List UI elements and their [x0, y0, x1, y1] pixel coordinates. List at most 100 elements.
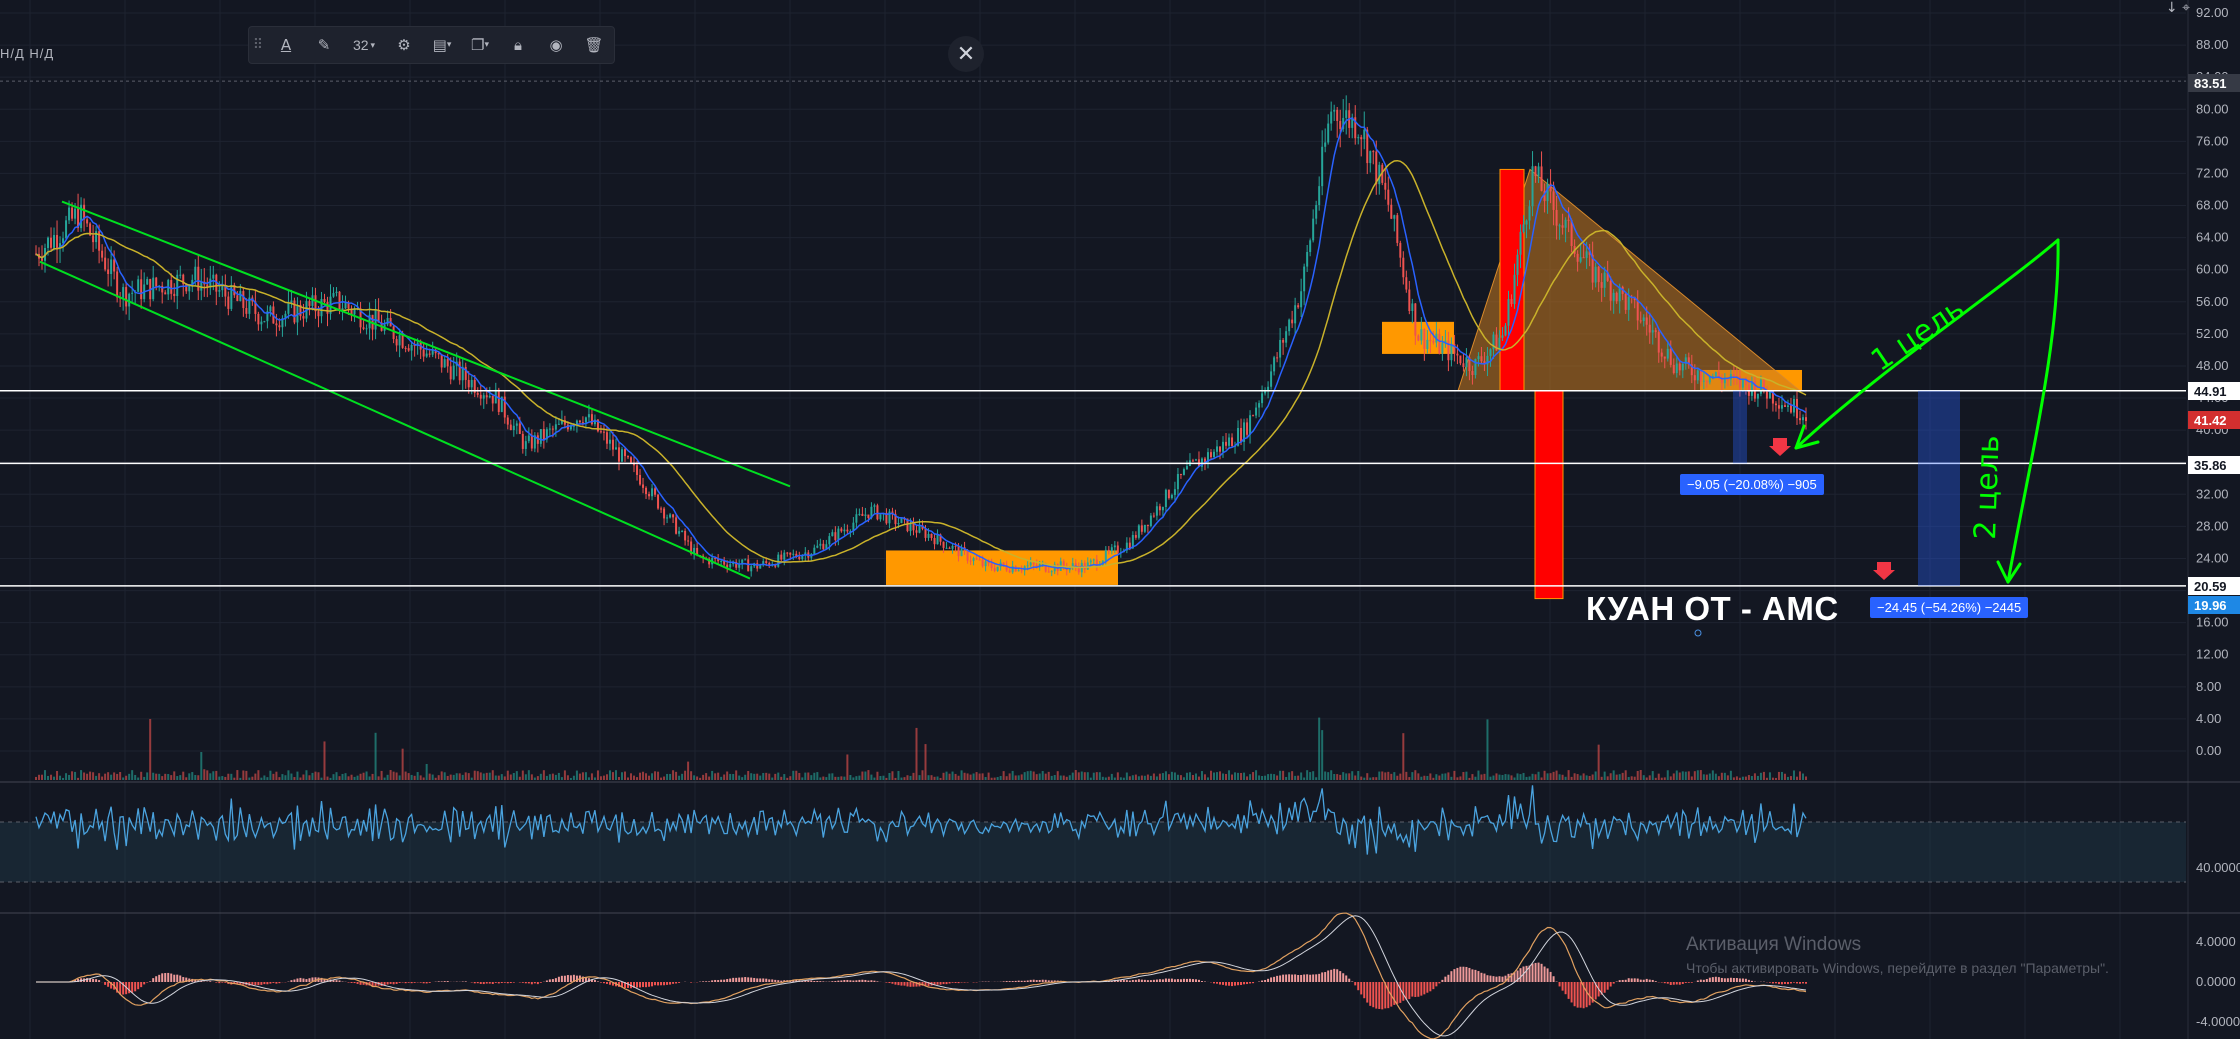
volume-bar	[1002, 771, 1005, 780]
candle-body	[170, 280, 173, 294]
macd-hist-bar	[1161, 979, 1164, 982]
volume-bar	[1282, 770, 1285, 780]
volume-bar	[1116, 772, 1119, 780]
volume-bar	[239, 777, 242, 780]
volume-bar	[380, 770, 383, 780]
font-size-select[interactable]: 32 ▾	[343, 26, 385, 64]
macd-hist-bar	[1185, 978, 1188, 982]
candle-body	[611, 439, 614, 450]
volume-bar	[807, 772, 810, 780]
candle-body	[1663, 356, 1666, 359]
pencil-icon[interactable]: ✎	[305, 26, 343, 64]
macd-hist-bar	[1738, 978, 1741, 982]
volume-bar	[1408, 777, 1411, 780]
close-button[interactable]: ✕	[948, 36, 984, 72]
volume-bar	[789, 776, 792, 780]
eye-icon[interactable]: ◉	[537, 26, 575, 64]
clone-icon[interactable]: ❐ ▾	[461, 26, 499, 64]
volume-bar	[693, 775, 696, 780]
volume-bar	[440, 771, 443, 780]
macd-hist-bar	[500, 982, 503, 984]
candle-body	[798, 556, 801, 560]
volume-bar	[1369, 777, 1372, 780]
macd-hist-bar	[717, 980, 720, 982]
candle-body	[509, 424, 512, 431]
candle-body	[1594, 266, 1597, 283]
macd-hist-bar	[1462, 966, 1465, 982]
candle-body	[1615, 292, 1618, 302]
volume-bar	[924, 744, 927, 780]
macd-hist-bar	[1324, 972, 1327, 982]
volume-bar	[245, 770, 248, 780]
candle-body	[1750, 381, 1753, 396]
volume-bar	[1140, 775, 1143, 780]
volume-bar	[1681, 771, 1684, 780]
volume-bar	[467, 773, 470, 780]
volume-bar	[837, 776, 840, 780]
volume-bar	[1789, 776, 1792, 780]
price-tag-35-86: 35.86	[2188, 456, 2240, 474]
volume-bar	[1008, 773, 1011, 780]
candle-body	[440, 354, 443, 368]
top-right-controls[interactable]: ↓ ⌖	[2166, 0, 2190, 16]
macd-hist-bar	[263, 982, 266, 985]
macd-hist-bar	[347, 982, 350, 983]
volume-bar	[729, 773, 732, 780]
candle-body	[855, 514, 858, 523]
macd-hist-bar	[476, 982, 479, 984]
candle-body	[1675, 363, 1678, 374]
candle-body	[1585, 251, 1588, 258]
volume-bar	[1678, 772, 1681, 780]
volume-bar	[834, 776, 837, 780]
volume-bar	[296, 771, 299, 780]
candle-body	[1089, 560, 1092, 563]
text-color-icon[interactable]: A	[267, 26, 305, 64]
volume-bar	[1222, 773, 1225, 780]
chart-canvas[interactable]: 92.0088.0084.0080.0076.0072.0068.0064.00…	[0, 0, 2240, 1039]
macd-hist-bar	[1624, 979, 1627, 982]
trash-icon[interactable]: 🗑︎	[575, 26, 613, 64]
candle-body	[759, 565, 762, 569]
volume-bar	[578, 773, 581, 780]
candle-body	[1291, 319, 1294, 324]
candle-body	[639, 474, 642, 485]
volume-bar	[702, 774, 705, 780]
measure-badge-2[interactable]: −24.45 (−54.26%) −2445	[1870, 597, 2029, 618]
macd-hist-bar	[1285, 974, 1288, 982]
macd-hist-bar	[1519, 968, 1522, 982]
volume-bar	[596, 770, 599, 780]
candle-body	[861, 513, 864, 516]
macd-hist-bar	[1426, 982, 1429, 993]
candle-body	[1546, 183, 1549, 202]
volume-bar	[584, 772, 587, 780]
macd-hist-bar	[296, 978, 299, 982]
volume-bar	[314, 771, 317, 780]
macd-hist-bar	[663, 982, 666, 986]
volume-bar	[1300, 772, 1303, 780]
volume-bar	[1264, 775, 1267, 780]
drag-handle-icon[interactable]: ⠿	[249, 26, 267, 64]
annotation-title[interactable]: КУАН ОТ - AMC	[1586, 590, 1839, 628]
macd-hist-bar	[1678, 982, 1681, 985]
volume-bar	[230, 773, 233, 780]
macd-hist-bar	[885, 982, 888, 983]
candle-body	[1660, 352, 1663, 357]
lock-icon[interactable]: 🔒︎	[499, 26, 537, 64]
volume-bar	[113, 772, 116, 780]
volume-bar	[59, 775, 62, 780]
candle-body	[1723, 379, 1726, 384]
volume-bar	[1228, 770, 1231, 780]
gear-icon[interactable]: ⚙	[385, 26, 423, 64]
candle-body	[1306, 251, 1309, 267]
measure-badge-1[interactable]: −9.05 (−20.08%) −905	[1680, 474, 1824, 495]
candle-body	[1657, 332, 1660, 353]
candle-body	[786, 552, 789, 554]
template-icon[interactable]: ▤ ▾	[423, 26, 461, 64]
macd-hist-bar	[170, 973, 173, 982]
macd-hist-bar	[657, 982, 660, 986]
macd-hist-bar	[678, 982, 681, 983]
volume-bar	[413, 775, 416, 780]
candle-body	[1228, 437, 1231, 446]
candle-body	[326, 301, 329, 314]
volume-bar	[542, 770, 545, 780]
